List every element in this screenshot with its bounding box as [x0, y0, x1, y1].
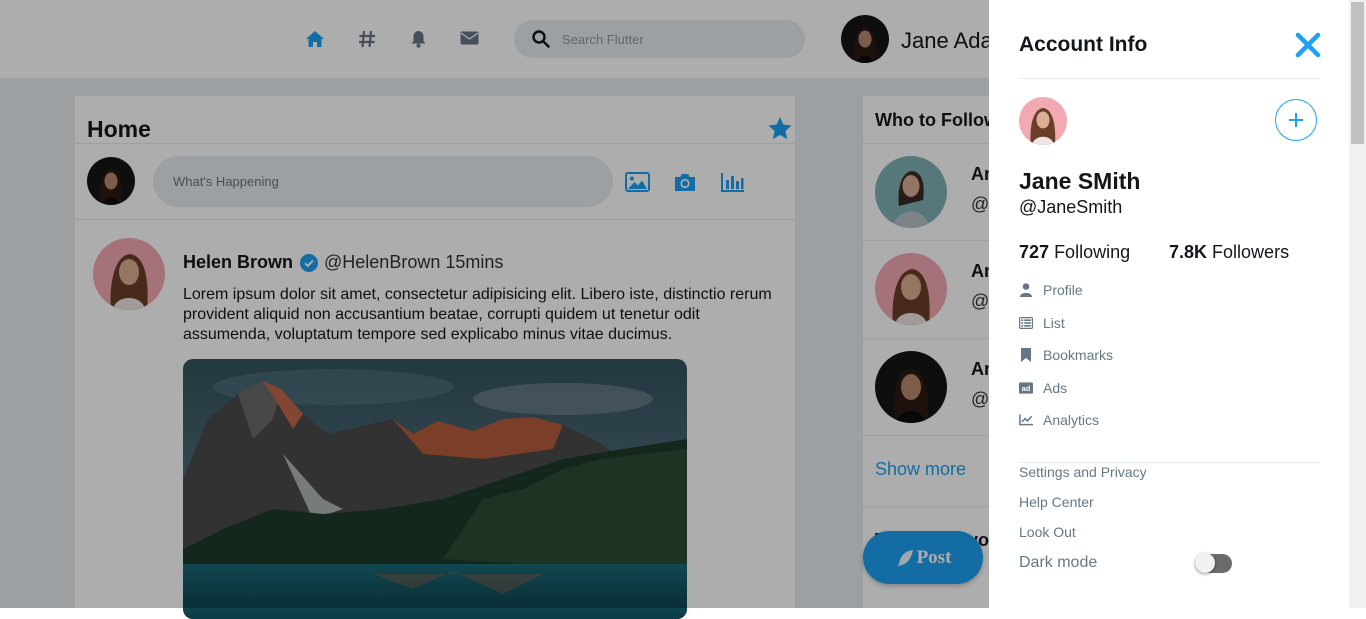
- followers-count: 7.8K: [1169, 242, 1208, 262]
- help-center-link[interactable]: Help Center: [1019, 494, 1094, 510]
- toggle-knob: [1195, 553, 1215, 573]
- settings-privacy-link[interactable]: Settings and Privacy: [1019, 464, 1147, 480]
- scrollbar[interactable]: [1349, 0, 1366, 608]
- divider: [1019, 78, 1320, 79]
- drawer-user-name: Jane SMith: [1019, 168, 1141, 194]
- menu-item-list[interactable]: List: [1019, 311, 1065, 335]
- user-icon: [1019, 283, 1033, 297]
- followers-label: Followers: [1212, 242, 1290, 262]
- close-icon[interactable]: [1295, 32, 1321, 58]
- dark-mode-label: Dark mode: [1019, 554, 1098, 571]
- list-icon: [1019, 316, 1033, 330]
- menu-item-label: Bookmarks: [1043, 347, 1114, 363]
- ad-icon: ad: [1019, 381, 1033, 395]
- look-out-link[interactable]: Look Out: [1019, 524, 1076, 540]
- divider: [1019, 462, 1320, 463]
- following-count: 727: [1019, 242, 1050, 262]
- svg-text:ad: ad: [1022, 384, 1031, 393]
- modal-backdrop[interactable]: [0, 0, 989, 608]
- account-info-drawer: Account Info Jane SMith @JaneSmith 727 F…: [989, 0, 1349, 608]
- scrollbar-thumb[interactable]: [1351, 2, 1364, 144]
- plus-icon: [1287, 111, 1305, 129]
- drawer-avatar[interactable]: [1019, 97, 1067, 145]
- drawer-user-handle: @JaneSmith: [1019, 197, 1123, 217]
- menu-item-label: Profile: [1043, 282, 1083, 298]
- menu-item-bookmarks[interactable]: Bookmarks: [1019, 343, 1113, 367]
- followers-stat[interactable]: 7.8K Followers: [1169, 242, 1289, 263]
- chart-line-icon: [1019, 413, 1033, 427]
- add-account-button[interactable]: [1275, 99, 1317, 141]
- drawer-title: Account Info: [1019, 33, 1148, 56]
- menu-item-label: Analytics: [1043, 412, 1100, 428]
- menu-item-analytics[interactable]: Analytics: [1019, 408, 1099, 432]
- menu-item-ads[interactable]: ad Ads: [1019, 376, 1067, 400]
- menu-item-label: List: [1043, 315, 1065, 331]
- bookmark-icon: [1019, 348, 1033, 362]
- following-label: Following: [1054, 242, 1131, 262]
- menu-item-label: Ads: [1043, 380, 1068, 396]
- menu-item-profile[interactable]: Profile: [1019, 278, 1083, 302]
- following-stat[interactable]: 727 Following: [1019, 242, 1130, 263]
- dark-mode-toggle[interactable]: [1195, 553, 1232, 573]
